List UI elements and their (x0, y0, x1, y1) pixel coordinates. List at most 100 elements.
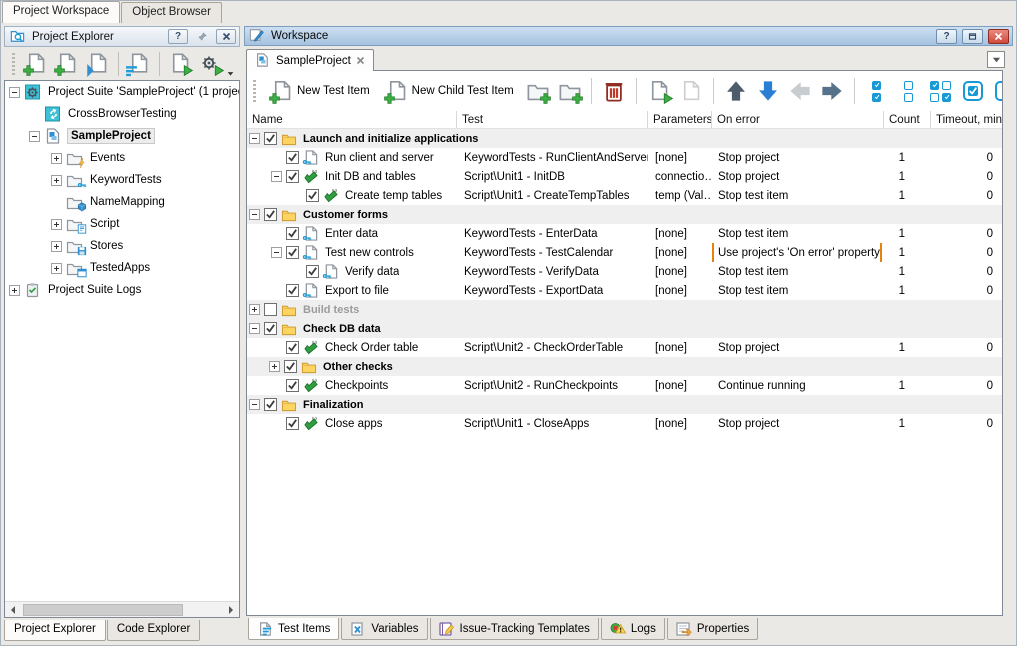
table-row-group[interactable]: Check DB data (247, 319, 1002, 338)
tab-code-explorer[interactable]: Code Explorer (107, 620, 201, 641)
new-child-group-button[interactable] (556, 78, 582, 104)
invert-checks-button[interactable] (928, 78, 954, 104)
collapse-icon[interactable] (249, 399, 260, 410)
tab-variables[interactable]: Variables (341, 618, 427, 640)
row-checkbox[interactable] (286, 341, 299, 354)
table-row-group[interactable]: Customer forms (247, 205, 1002, 224)
table-row[interactable]: Export to file KeywordTests - ExportData… (247, 281, 1002, 300)
tab-issue-tracking-templates[interactable]: Issue-Tracking Templates (430, 618, 599, 640)
row-checkbox[interactable] (264, 208, 277, 221)
restore-icon[interactable] (962, 29, 983, 44)
disable-item-button[interactable] (992, 78, 1003, 104)
run-project-suite-button[interactable] (167, 51, 193, 77)
collapse-icon[interactable] (271, 171, 282, 182)
help-icon[interactable]: ? (168, 29, 188, 44)
collapse-icon[interactable] (249, 323, 260, 334)
expand-icon[interactable] (51, 241, 62, 252)
table-row[interactable]: Close apps Script\Unit1 - CloseApps [non… (247, 414, 1002, 433)
help-icon[interactable]: ? (936, 29, 957, 44)
close-icon[interactable] (988, 29, 1009, 44)
open-project-button[interactable] (85, 51, 111, 77)
column-test[interactable]: Test (457, 111, 648, 128)
toolbar-grip[interactable] (253, 80, 256, 102)
new-group-button[interactable] (524, 78, 550, 104)
row-checkbox[interactable] (264, 303, 277, 316)
expand-icon[interactable] (249, 304, 260, 315)
toolbar-grip[interactable] (12, 53, 15, 75)
tree-item-sampleproject[interactable]: SampleProject (5, 125, 239, 147)
collapse-icon[interactable] (271, 247, 282, 258)
table-row[interactable]: Check Order table Script\Unit2 - CheckOr… (247, 338, 1002, 357)
row-checkbox[interactable] (264, 132, 277, 145)
row-checkbox[interactable] (306, 189, 319, 202)
column-name[interactable]: Name (247, 111, 457, 128)
table-row-group[interactable]: Build tests (247, 300, 1002, 319)
tree-item-testedapps[interactable]: TestedApps (5, 257, 239, 279)
column-parameters[interactable]: Parameters (648, 111, 712, 128)
row-checkbox[interactable] (286, 284, 299, 297)
row-checkbox[interactable] (286, 379, 299, 392)
enable-item-button[interactable] (960, 78, 986, 104)
table-row[interactable]: Create temp tables Script\Unit1 - Create… (247, 186, 1002, 205)
tab-test-items[interactable]: Test Items (248, 618, 339, 640)
tree-item-script[interactable]: Script (5, 213, 239, 235)
row-checkbox[interactable] (264, 398, 277, 411)
collapse-icon[interactable] (249, 209, 260, 220)
table-row-group[interactable]: Other checks (247, 357, 1002, 376)
table-row[interactable]: Init DB and tables Script\Unit1 - InitDB… (247, 167, 1002, 186)
expand-icon[interactable] (51, 219, 62, 230)
row-checkbox[interactable] (286, 151, 299, 164)
tree-item-crossbrowsertesting[interactable]: CrossBrowserTesting (5, 103, 239, 125)
row-checkbox[interactable] (306, 265, 319, 278)
table-row[interactable]: Checkpoints Script\Unit2 - RunCheckpoint… (247, 376, 1002, 395)
run-selected-button[interactable] (646, 78, 672, 104)
row-checkbox[interactable] (264, 322, 277, 335)
row-checkbox[interactable] (286, 246, 299, 259)
tab-object-browser[interactable]: Object Browser (121, 2, 222, 23)
row-checkbox[interactable] (286, 227, 299, 240)
run-dropdown-icon[interactable] (227, 70, 234, 77)
move-down-button[interactable] (755, 78, 781, 104)
tree-item-project-suite-logs[interactable]: Project Suite Logs (5, 279, 239, 301)
move-right-button[interactable] (819, 78, 845, 104)
column-timeout[interactable]: Timeout, min (931, 111, 1002, 128)
tree-item-stores[interactable]: Stores (5, 235, 239, 257)
scroll-right-icon[interactable] (223, 602, 239, 618)
new-child-test-item-button[interactable]: New Child Test Item (380, 76, 518, 106)
add-project-suite-button[interactable] (23, 51, 49, 77)
tab-logs[interactable]: Logs (601, 618, 665, 640)
organize-items-button[interactable] (126, 51, 152, 77)
table-row[interactable]: Verify data KeywordTests - VerifyData [n… (247, 262, 1002, 281)
tab-project-explorer[interactable]: Project Explorer (4, 620, 106, 641)
collapse-icon[interactable] (29, 131, 40, 142)
tree-item-suite[interactable]: Project Suite 'SampleProject' (1 project… (5, 81, 239, 103)
row-checkbox[interactable] (284, 360, 297, 373)
tab-properties[interactable]: Properties (667, 618, 758, 640)
expand-icon[interactable] (9, 285, 20, 296)
uncheck-all-button[interactable] (896, 78, 922, 104)
table-row[interactable]: Run client and server KeywordTests - Run… (247, 148, 1002, 167)
check-all-button[interactable] (864, 78, 890, 104)
tree-item-keywordtests[interactable]: KeywordTests (5, 169, 239, 191)
tree-item-namemapping[interactable]: NameMapping (5, 191, 239, 213)
table-row-group[interactable]: Launch and initialize applications (247, 129, 1002, 148)
add-project-button[interactable] (54, 51, 80, 77)
move-up-button[interactable] (723, 78, 749, 104)
tab-sampleproject[interactable]: SampleProject (246, 49, 374, 71)
expand-icon[interactable] (269, 361, 280, 372)
new-test-item-button[interactable]: New Test Item (265, 76, 374, 106)
delete-button[interactable] (601, 78, 627, 104)
scrollbar-thumb[interactable] (23, 604, 183, 616)
expand-icon[interactable] (51, 175, 62, 186)
row-checkbox[interactable] (286, 417, 299, 430)
row-checkbox[interactable] (286, 170, 299, 183)
scroll-left-icon[interactable] (5, 602, 21, 618)
table-row[interactable]: Test new controls KeywordTests - TestCal… (247, 243, 1002, 262)
table-row[interactable]: Enter data KeywordTests - EnterData [non… (247, 224, 1002, 243)
pin-icon[interactable] (192, 29, 212, 44)
close-icon[interactable] (216, 29, 236, 44)
collapse-icon[interactable] (9, 87, 20, 98)
tab-project-workspace[interactable]: Project Workspace (2, 1, 120, 23)
collapse-icon[interactable] (249, 133, 260, 144)
tab-list-dropdown-icon[interactable] (987, 51, 1005, 68)
